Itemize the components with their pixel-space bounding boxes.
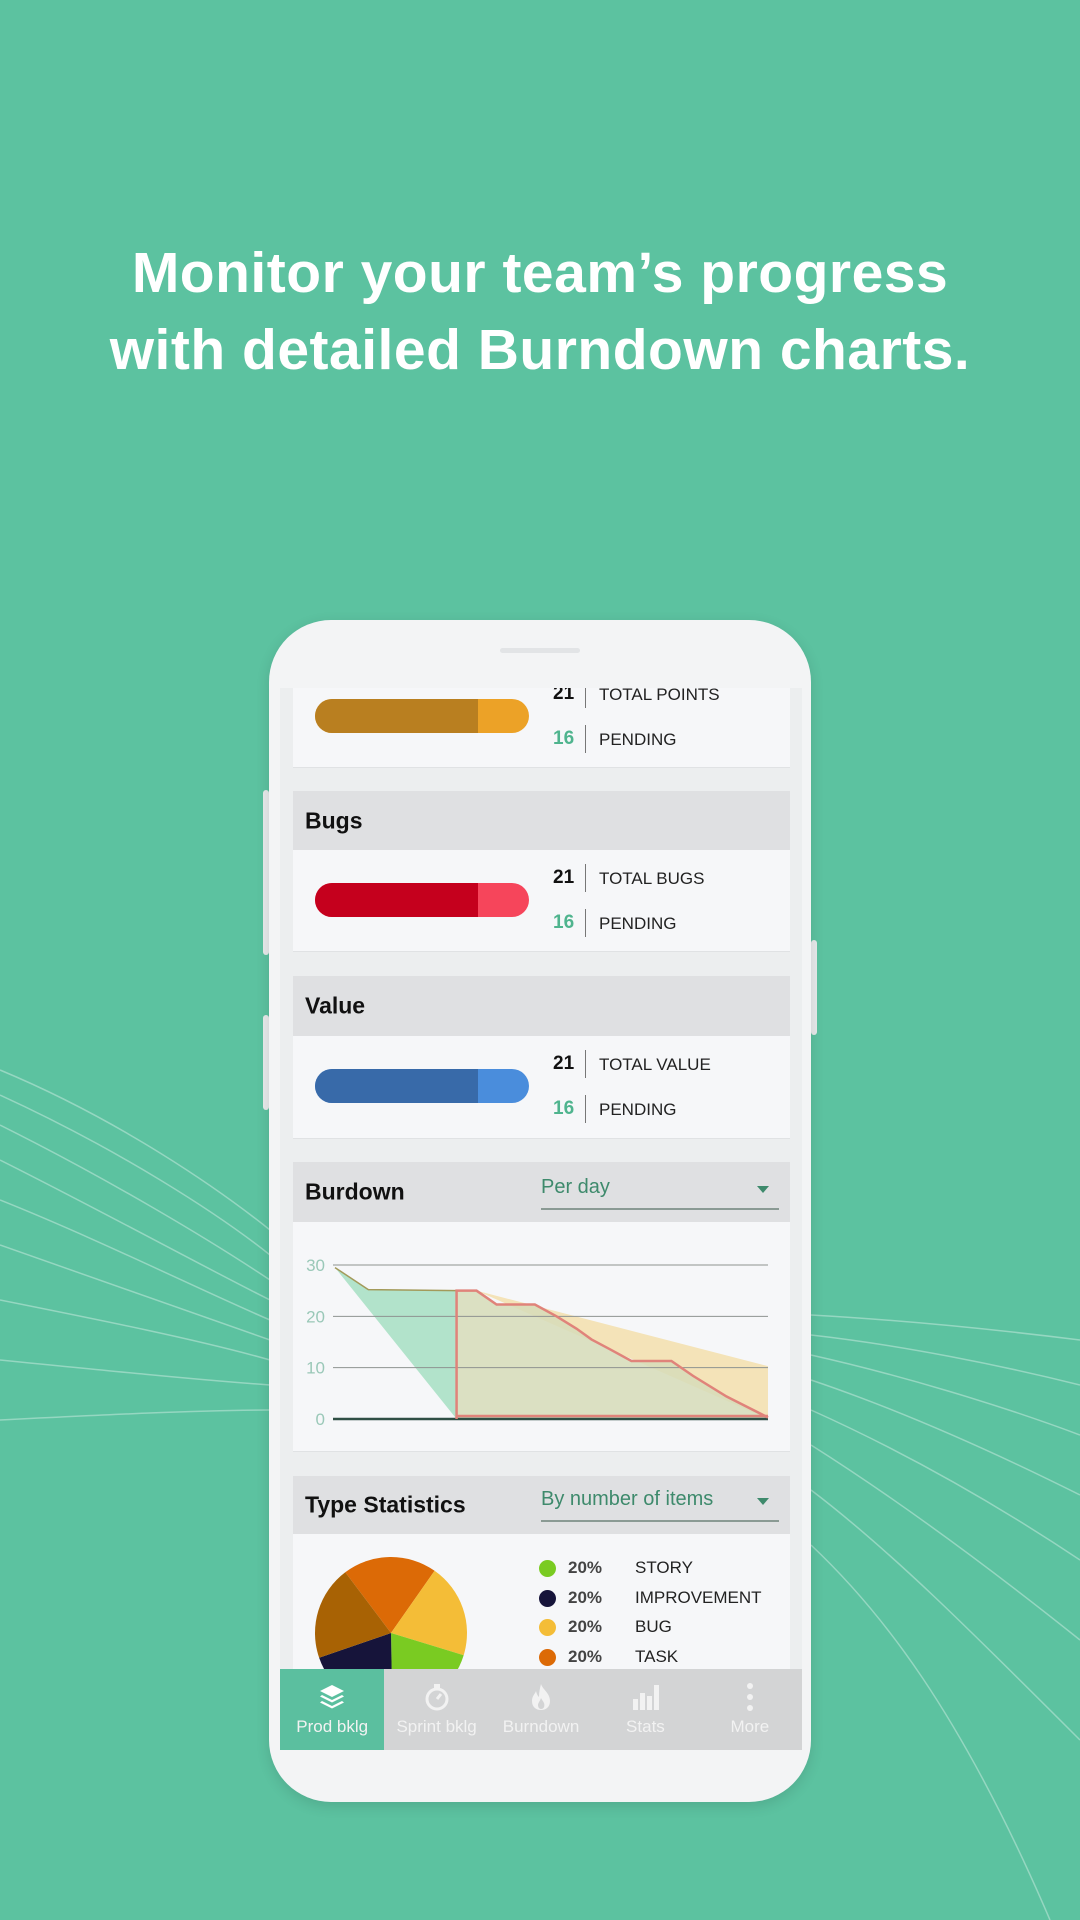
legend-label: IMPROVEMENT xyxy=(635,1587,762,1607)
stopwatch-icon xyxy=(425,1684,449,1711)
value-title: Value xyxy=(305,992,366,1019)
caret-down-icon xyxy=(757,1186,769,1193)
divider xyxy=(585,864,586,892)
burndown-title: Burdown xyxy=(305,1178,405,1205)
legend-label: STORY xyxy=(635,1558,693,1577)
legend-swatch xyxy=(539,1648,556,1666)
tab-stats[interactable]: Stats xyxy=(593,1669,697,1750)
tab-prod-bklg[interactable]: Prod bklg xyxy=(280,1669,385,1750)
pending-bugs-value: 16 xyxy=(553,912,575,933)
tab-label: Stats xyxy=(626,1717,665,1736)
burndown-chart: 0 10 20 30 xyxy=(306,1256,769,1429)
legend-percent: 20% xyxy=(568,1617,603,1636)
total-value-value: 21 xyxy=(553,1053,575,1074)
caret-down-icon xyxy=(757,1498,769,1505)
legend-swatch xyxy=(539,1560,556,1577)
pending-points-value: 16 xyxy=(553,728,575,749)
headline-line-2: with detailed Burndown charts. xyxy=(109,318,971,382)
points-progress-fill xyxy=(315,699,478,733)
y-tick-label: 10 xyxy=(306,1359,325,1378)
points-card: 21 TOTAL POINTS 16 PENDING xyxy=(293,688,790,768)
total-points-label: TOTAL POINTS xyxy=(599,688,720,704)
legend-item-bug: 20% BUG xyxy=(539,1616,802,1640)
y-tick-label: 30 xyxy=(306,1256,325,1275)
legend-swatch xyxy=(539,1589,556,1607)
more-vertical-icon xyxy=(746,1683,753,1711)
bugs-header: Bugs xyxy=(293,791,790,850)
pending-points-label: PENDING xyxy=(599,730,677,749)
tab-label: Burndown xyxy=(502,1717,580,1736)
headline-line-1: Monitor your team’s progress xyxy=(131,241,949,305)
value-header: Value xyxy=(293,976,790,1036)
bar-chart-icon xyxy=(633,1685,660,1710)
legend-swatch xyxy=(539,1619,556,1636)
points-progress-bar xyxy=(315,699,529,733)
burndown-chart-card: 0 10 20 30 xyxy=(293,1222,790,1452)
legend-item-story: 20% STORY xyxy=(539,1557,802,1581)
y-tick-label: 0 xyxy=(316,1410,325,1429)
tab-burndown[interactable]: Burndown xyxy=(489,1669,593,1750)
bugs-progress-fill xyxy=(315,883,478,917)
divider xyxy=(585,725,586,753)
bottom-navigation: Prod bklg Sprint bklg Burndown Stats Mor… xyxy=(280,1669,802,1750)
pending-bugs-label: PENDING xyxy=(599,914,677,933)
phone-speaker xyxy=(500,648,580,653)
pending-value-value: 16 xyxy=(553,1098,575,1119)
total-value-label: TOTAL VALUE xyxy=(599,1055,711,1074)
divider xyxy=(585,1050,586,1078)
y-tick-label: 20 xyxy=(306,1307,325,1326)
legend-percent: 20% xyxy=(568,1558,603,1577)
bugs-title: Bugs xyxy=(305,807,363,833)
divider xyxy=(585,909,586,937)
phone-power-button xyxy=(811,940,817,1035)
value-progress-bar xyxy=(315,1069,529,1103)
tab-sprint-bklg[interactable]: Sprint bklg xyxy=(384,1669,488,1750)
flame-icon xyxy=(532,1684,551,1710)
type-statistics-title: Type Statistics xyxy=(305,1491,466,1518)
divider xyxy=(585,688,586,708)
total-bugs-label: TOTAL BUGS xyxy=(599,869,705,888)
app-screen: 21 TOTAL POINTS 16 PENDING Bugs 21 TOTAL… xyxy=(280,688,802,1750)
layers-icon xyxy=(320,1685,345,1709)
burndown-period-dropdown[interactable]: Per day xyxy=(541,1174,779,1210)
value-progress-fill xyxy=(315,1069,478,1103)
legend-label: BUG xyxy=(635,1617,672,1636)
dropdown-value: By number of items xyxy=(541,1488,714,1510)
divider xyxy=(585,1095,586,1123)
type-statistics-dropdown[interactable]: By number of items xyxy=(541,1486,779,1522)
dropdown-value: Per day xyxy=(541,1176,610,1198)
value-card: 21 TOTAL VALUE 16 PENDING xyxy=(293,1036,790,1139)
tab-label: Prod bklg xyxy=(296,1717,369,1736)
legend-item-improvement: 20% IMPROVEMENT xyxy=(539,1587,802,1611)
legend-percent: 20% xyxy=(568,1646,603,1666)
bugs-progress-bar xyxy=(315,883,529,917)
legend-label: TASK xyxy=(635,1646,679,1666)
tab-label: Sprint bklg xyxy=(396,1717,477,1736)
total-bugs-value: 21 xyxy=(553,867,575,888)
tab-more[interactable]: More xyxy=(698,1669,802,1750)
type-statistics-header: Type Statistics By number of items xyxy=(293,1476,790,1534)
legend-percent: 20% xyxy=(568,1587,603,1607)
bugs-card: 21 TOTAL BUGS 16 PENDING xyxy=(293,850,790,952)
burndown-header: Burdown Per day xyxy=(293,1162,790,1222)
legend-item-task: 20% TASK xyxy=(539,1646,802,1670)
tab-label: More xyxy=(730,1717,770,1736)
pending-value-label: PENDING xyxy=(599,1100,677,1119)
total-points-value: 21 xyxy=(553,688,575,704)
